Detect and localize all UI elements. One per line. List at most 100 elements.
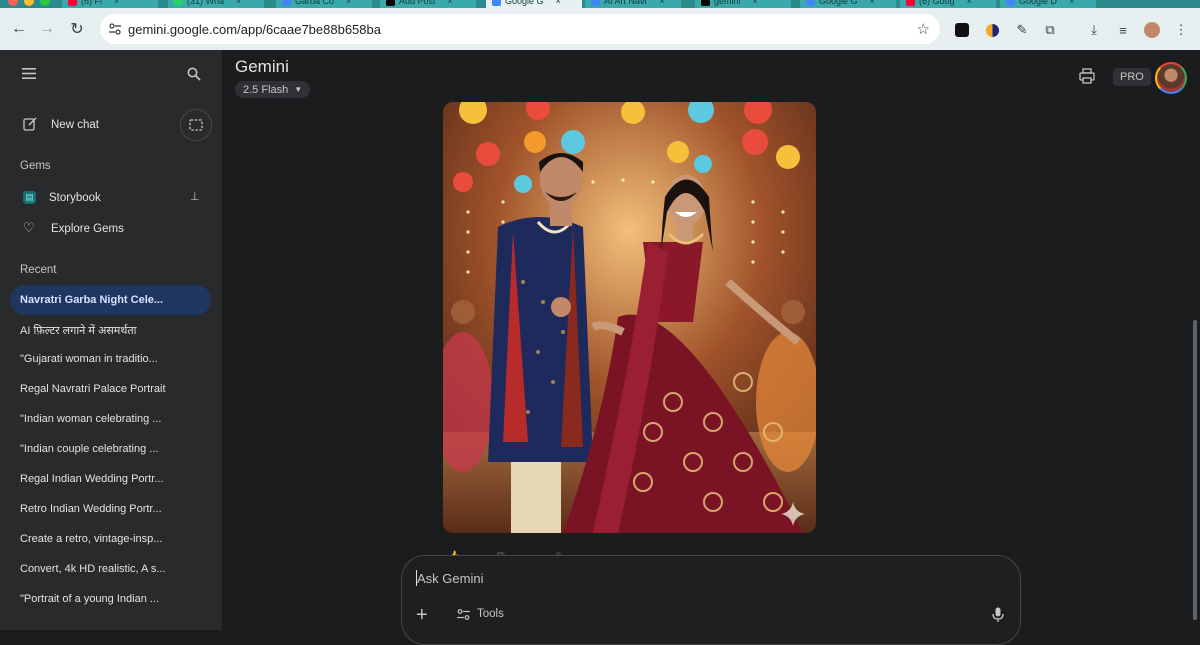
tab-close-icon[interactable]: × <box>556 0 561 6</box>
browser-tab[interactable]: (6) Goog × <box>900 0 996 8</box>
generated-image[interactable] <box>443 102 816 533</box>
sidebar: New chat Gems ▤ Storybook ⊥ ♡ Explore Ge… <box>0 50 222 630</box>
recent-chat-item[interactable]: "Indian couple celebrating ... <box>20 443 205 455</box>
tab-close-icon[interactable]: × <box>236 0 241 6</box>
edit-icon <box>23 117 37 131</box>
minimize-window-button[interactable] <box>24 0 34 6</box>
browser-tab[interactable]: Garba Co × <box>276 0 372 8</box>
close-window-button[interactable] <box>8 0 18 6</box>
gem-item-explore[interactable]: ♡ Explore Gems <box>20 219 210 239</box>
model-label: 2.5 Flash <box>243 83 289 96</box>
tab-favicon-icon <box>386 0 395 6</box>
recent-chat-item[interactable]: Navratri Garba Night Cele... <box>10 285 211 315</box>
extension-icon[interactable] <box>953 21 971 39</box>
prompt-composer[interactable]: Ask Gemini + Tools <box>401 555 1021 645</box>
sparkle-heart-icon: ♡ <box>23 220 35 235</box>
tools-icon <box>457 608 470 620</box>
tab-favicon-icon <box>591 0 600 6</box>
browser-tab[interactable]: AI Art Navr × <box>585 0 681 8</box>
microphone-icon[interactable] <box>992 607 1004 623</box>
browser-tab[interactable]: (31) Wha × <box>168 0 264 8</box>
recent-chat-item[interactable]: AI फ़िल्टर लगाने में असमर्थता <box>20 323 205 338</box>
browser-tab[interactable]: Google D × <box>1000 0 1096 8</box>
tab-close-icon[interactable]: × <box>870 0 875 6</box>
dropdown-caret-icon: ▼ <box>294 85 303 94</box>
chat-scrollbar[interactable] <box>1193 320 1197 620</box>
maximize-window-button[interactable] <box>40 0 50 6</box>
menu-icon[interactable] <box>22 68 36 79</box>
temporary-chat-button[interactable] <box>180 109 212 141</box>
recent-chat-item[interactable]: Regal Navratri Palace Portrait <box>20 383 205 395</box>
search-icon[interactable] <box>187 67 201 81</box>
tab-label: Google D <box>1019 0 1058 6</box>
tab-close-icon[interactable]: × <box>753 0 758 6</box>
recent-header: Recent <box>20 264 57 276</box>
tab-close-icon[interactable]: × <box>114 0 119 6</box>
tab-favicon-icon <box>282 0 291 6</box>
tab-close-icon[interactable]: × <box>967 0 972 6</box>
app-title: Gemini <box>235 57 289 76</box>
tab-label: AI Art Navr <box>604 0 648 6</box>
gem-label: Explore Gems <box>51 223 124 235</box>
tab-close-icon[interactable]: × <box>660 0 665 6</box>
tools-button[interactable]: Tools <box>457 608 504 620</box>
tab-label: Google G <box>505 0 544 6</box>
tab-strip: (6) Fi × (31) Wha × Garba Co × Add Post × Google… <box>0 0 1200 8</box>
forward-button[interactable]: → <box>32 14 62 44</box>
account-avatar[interactable] <box>1155 62 1187 94</box>
media-control-icon[interactable]: ≡ <box>1114 21 1132 39</box>
reload-button[interactable]: ↻ <box>62 14 92 44</box>
tab-favicon-icon <box>906 0 915 6</box>
url-text: gemini.google.com/app/6caae7be88b658ba <box>128 21 381 37</box>
browser-menu-icon[interactable]: ⋮ <box>1172 21 1190 39</box>
prompt-input[interactable]: Ask Gemini <box>417 571 483 586</box>
back-button[interactable]: ← <box>4 14 34 44</box>
tab-favicon-icon <box>492 0 501 6</box>
recent-chat-item[interactable]: Regal Indian Wedding Portr... <box>20 473 205 485</box>
tab-label: Garba Co <box>295 0 335 6</box>
eyedropper-icon[interactable]: ✎ <box>1013 21 1031 39</box>
tab-label: Add Post <box>399 0 436 6</box>
browser-tab[interactable]: (6) Fi × <box>62 0 158 8</box>
chat-main: Gemini 2.5 Flash ▼ PRO Ask Gemini + Tool… <box>222 50 1200 645</box>
recent-chat-item[interactable]: Convert, 4k HD realistic, A s... <box>20 563 205 575</box>
recent-chat-item[interactable]: "Gujarati woman in traditio... <box>20 353 205 365</box>
print-icon[interactable] <box>1079 68 1095 84</box>
new-chat-label: New chat <box>51 119 99 131</box>
browser-tab[interactable]: gemini × <box>695 0 791 8</box>
tab-favicon-icon <box>174 0 183 6</box>
site-info-icon[interactable] <box>108 22 122 36</box>
bookmark-star-icon[interactable]: ☆ <box>917 20 930 38</box>
browser-tab[interactable]: Google G × <box>486 0 582 8</box>
recent-chat-item[interactable]: "Portrait of a young Indian ... <box>20 593 205 605</box>
pro-badge: PRO <box>1113 68 1151 86</box>
profile-avatar-icon[interactable] <box>1143 21 1161 39</box>
tab-favicon-icon <box>806 0 815 6</box>
model-selector[interactable]: 2.5 Flash ▼ <box>235 81 311 98</box>
temporary-chat-icon <box>189 119 203 131</box>
new-chat-button[interactable]: New chat <box>20 114 170 136</box>
tab-close-icon[interactable]: × <box>1069 0 1074 6</box>
browser-tab[interactable]: Google G × <box>800 0 896 8</box>
download-icon[interactable]: ⤓ <box>1085 21 1103 39</box>
address-bar[interactable]: gemini.google.com/app/6caae7be88b658ba ☆ <box>100 14 940 44</box>
tab-label: (31) Wha <box>187 0 225 6</box>
gem-item-storybook[interactable]: ▤ Storybook ⊥ <box>20 188 210 208</box>
recent-chat-item[interactable]: "Indian woman celebrating ... <box>20 413 205 425</box>
recent-chat-item[interactable]: Create a retro, vintage-insp... <box>20 533 205 545</box>
storybook-icon: ▤ <box>23 191 36 204</box>
pin-icon[interactable]: ⊥ <box>190 190 200 203</box>
browser-tab[interactable]: Add Post × <box>380 0 476 8</box>
tab-close-icon[interactable]: × <box>448 0 453 6</box>
tab-favicon-icon <box>68 0 77 6</box>
tab-label: (6) Goog <box>919 0 955 6</box>
extension-icon[interactable] <box>983 21 1001 39</box>
tab-label: (6) Fi <box>81 0 102 6</box>
tab-close-icon[interactable]: × <box>346 0 351 6</box>
add-attachment-icon[interactable]: + <box>416 604 428 627</box>
gems-header: Gems <box>20 160 51 172</box>
browser-toolbar: ← → ↻ gemini.google.com/app/6caae7be88b6… <box>0 8 1200 50</box>
extensions-puzzle-icon[interactable]: ⧉ <box>1041 21 1059 39</box>
recent-chat-item[interactable]: Retro Indian Wedding Portr... <box>20 503 205 515</box>
tab-favicon-icon <box>1006 0 1015 6</box>
